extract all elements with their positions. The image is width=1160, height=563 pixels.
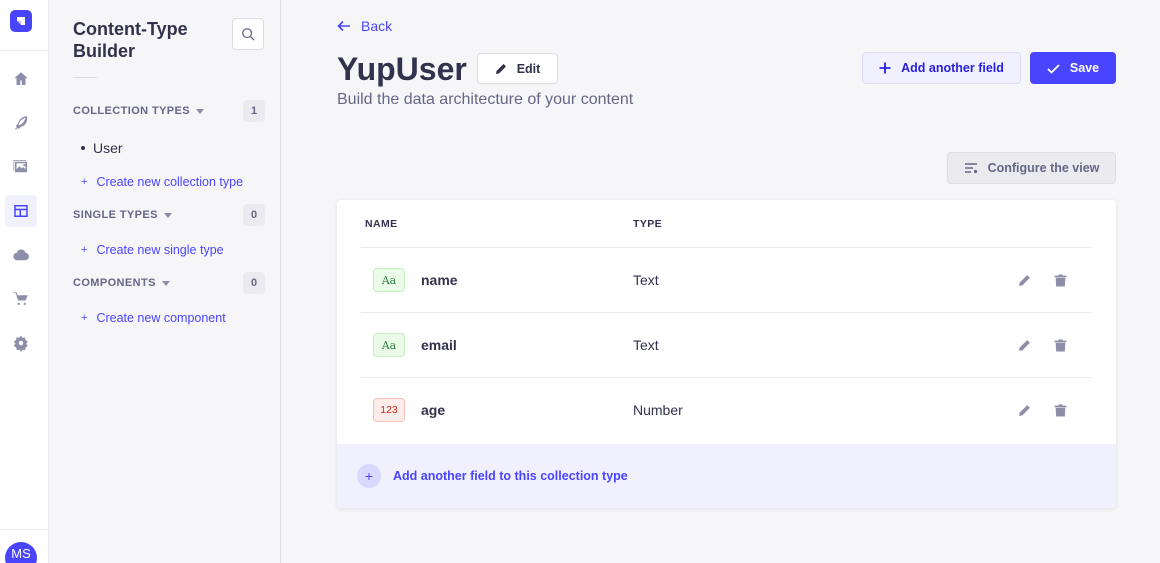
configure-view-label: Configure the view	[987, 161, 1100, 175]
add-field-to-collection-label: Add another field to this collection typ…	[393, 469, 628, 483]
field-type: Text	[633, 272, 659, 288]
add-field-to-collection-button[interactable]: + Add another field to this collection t…	[337, 444, 1116, 508]
main-nav-rail: MS	[0, 0, 49, 563]
user-avatar[interactable]: MS	[5, 542, 37, 563]
list-settings-icon	[964, 163, 977, 174]
delete-field-trash-icon[interactable]	[1052, 272, 1068, 288]
field-type: Number	[633, 402, 683, 418]
column-header-type: TYPE	[633, 218, 663, 230]
field-type: Text	[633, 337, 659, 353]
components-section[interactable]: COMPONENTS 0	[73, 272, 265, 294]
plus-icon	[879, 62, 891, 74]
field-name: email	[421, 337, 457, 353]
arrow-left-icon	[337, 20, 350, 32]
content-type-builder-sidebar: Content-Type Builder COLLECTION TYPES 1 …	[49, 0, 281, 563]
single-types-section[interactable]: SINGLE TYPES 0	[73, 204, 265, 226]
back-label: Back	[361, 18, 393, 34]
collection-types-section[interactable]: COLLECTION TYPES 1	[73, 100, 265, 122]
main-content: Back YupUser Edit Build the data archite…	[281, 0, 1160, 563]
add-field-label: Add another field	[901, 61, 1004, 75]
back-link[interactable]: Back	[337, 18, 392, 34]
text-type-icon: Aa	[373, 333, 405, 357]
cloud-icon[interactable]	[5, 239, 37, 271]
fields-table: NAME TYPE Aa name Text Aa email Text 123…	[337, 200, 1116, 508]
delete-field-trash-icon[interactable]	[1052, 402, 1068, 418]
media-library-icon[interactable]	[5, 151, 37, 183]
create-single-type-label: Create new single type	[96, 243, 224, 257]
add-another-field-button[interactable]: Add another field	[862, 52, 1021, 84]
collection-types-label: COLLECTION TYPES	[73, 105, 191, 117]
table-row: 123 age Number	[361, 378, 1092, 443]
edit-field-pencil-icon[interactable]	[1016, 272, 1032, 288]
plus-icon: +	[81, 176, 88, 188]
collection-types-count: 1	[243, 100, 265, 122]
configure-view-button[interactable]: Configure the view	[947, 152, 1116, 184]
check-icon	[1047, 63, 1060, 74]
edit-button[interactable]: Edit	[477, 53, 558, 84]
caret-down-icon	[163, 212, 172, 218]
page-subtitle: Build the data architecture of your cont…	[337, 91, 634, 108]
plus-icon: +	[81, 244, 88, 256]
table-row: Aa name Text	[361, 248, 1092, 313]
table-row: Aa email Text	[361, 313, 1092, 378]
table-header: NAME TYPE	[361, 200, 1092, 248]
caret-down-icon	[196, 108, 205, 114]
edit-field-pencil-icon[interactable]	[1016, 402, 1032, 418]
single-types-label: SINGLE TYPES	[73, 209, 158, 221]
create-collection-type-link[interactable]: + Create new collection type	[81, 175, 243, 189]
field-name: age	[421, 402, 446, 418]
create-single-type-link[interactable]: + Create new single type	[81, 243, 224, 257]
sidebar-item-label: User	[93, 140, 123, 156]
bullet-icon	[81, 146, 85, 150]
plus-circle-icon: +	[357, 464, 381, 488]
components-count: 0	[243, 272, 265, 294]
strapi-logo-icon[interactable]	[10, 10, 32, 32]
pencil-icon	[495, 63, 506, 74]
components-label: COMPONENTS	[73, 277, 156, 289]
page-title: YupUser	[337, 51, 467, 87]
content-manager-icon[interactable]	[5, 107, 37, 139]
sidebar-item-user[interactable]: User	[81, 140, 123, 156]
search-icon	[242, 28, 255, 41]
content-type-builder-icon[interactable]	[5, 195, 37, 227]
rail-divider	[0, 50, 48, 51]
column-header-name: NAME	[365, 218, 398, 230]
create-component-label: Create new component	[96, 311, 226, 325]
save-label: Save	[1069, 61, 1100, 75]
single-types-count: 0	[243, 204, 265, 226]
text-type-icon: Aa	[373, 268, 405, 292]
field-name: name	[421, 272, 458, 288]
plus-icon: +	[81, 312, 88, 324]
home-icon[interactable]	[5, 63, 37, 95]
settings-gear-icon[interactable]	[5, 327, 37, 359]
edit-field-pencil-icon[interactable]	[1016, 337, 1032, 353]
create-component-link[interactable]: + Create new component	[81, 311, 226, 325]
sidebar-title: Content-Type Builder	[73, 19, 188, 61]
number-type-icon: 123	[373, 398, 405, 422]
delete-field-trash-icon[interactable]	[1052, 337, 1068, 353]
create-collection-type-label: Create new collection type	[96, 175, 244, 189]
sidebar-title-divider	[73, 77, 97, 78]
sidebar-search-button[interactable]	[232, 18, 264, 50]
rail-divider-bottom	[0, 529, 48, 530]
save-button[interactable]: Save	[1030, 52, 1116, 84]
edit-label: Edit	[516, 61, 541, 76]
caret-down-icon	[161, 280, 170, 286]
marketplace-cart-icon[interactable]	[5, 283, 37, 315]
